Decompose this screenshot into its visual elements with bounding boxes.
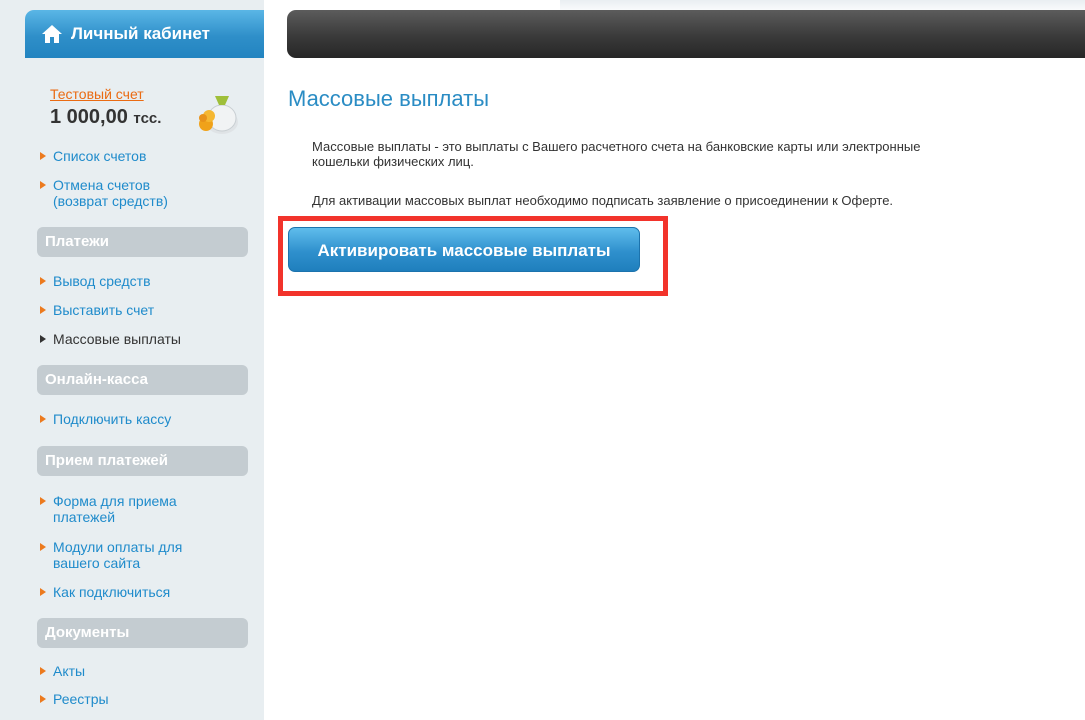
sidebar-item-registries[interactable]: Реестры (40, 691, 109, 707)
sidebar-item-payment-modules[interactable]: Модули оплаты для вашего сайта (39, 539, 183, 571)
page-title: Массовые выплаты (288, 86, 490, 111)
cabinet-title: Личный кабинет (71, 24, 210, 43)
sidebar-item-payment-form[interactable]: Форма для приема платежей (40, 493, 177, 525)
sidebar-item-label: Форма для приема (53, 493, 177, 509)
sidebar-item-label: Отмена счетов (53, 177, 151, 193)
sidebar-item-invoice[interactable]: Выставить счет (39, 302, 155, 318)
sidebar-item-accounts-list[interactable]: Список счетов (39, 148, 147, 164)
description-line-2: кошельки физических лиц. (312, 154, 474, 169)
sidebar-item-label: Выставить счет (53, 302, 155, 318)
sidebar-item-how-to-connect[interactable]: Как подключиться (39, 584, 171, 600)
activate-mass-payouts-button[interactable]: Активировать массовые выплаты (288, 227, 640, 272)
activation-note: Для активации массовых выплат необходимо… (312, 193, 894, 208)
sidebar-item-label: Модули оплаты для (53, 539, 183, 555)
balance-currency: тсс. (133, 110, 162, 127)
sidebar-item-label-line2: вашего сайта (53, 555, 141, 571)
sidebar-item-label-line2: платежей (53, 509, 116, 525)
sidebar-item-label: Как подключиться (53, 584, 171, 600)
section-header-accept-payments: Прием платежей (37, 446, 248, 476)
sidebar-item-label: Вывод средств (53, 273, 151, 289)
description: Массовые выплаты - это выплаты с Вашего … (312, 139, 1052, 169)
home-icon (42, 25, 62, 43)
sidebar-item-acts[interactable]: Акты (39, 663, 86, 679)
sidebar-item-label-line2: (возврат средств) (53, 193, 168, 209)
description-line-1: Массовые выплаты - это выплаты с Вашего … (312, 139, 921, 154)
test-account-link[interactable]: Тестовый счет (50, 86, 144, 102)
section-header-documents: Документы (37, 618, 248, 648)
sidebar-item-connect-cash[interactable]: Подключить кассу (39, 411, 172, 427)
sidebar-item-withdraw[interactable]: Вывод средств (40, 273, 151, 289)
sidebar: Личный кабинет Тестовый счет 1 000,00 тс… (0, 0, 264, 720)
sidebar-item-label: Список счетов (53, 148, 147, 164)
sidebar-item-label: Подключить кассу (53, 411, 172, 427)
sidebar-item-label: Акты (53, 663, 86, 679)
top-bar (287, 10, 1085, 58)
money-bag-icon (199, 96, 238, 134)
cabinet-header[interactable]: Личный кабинет (25, 10, 264, 58)
balance: 1 000,00 тсс. (50, 106, 161, 129)
sidebar-item-cancel-accounts[interactable]: Отмена счетов (возврат средств) (40, 177, 168, 209)
sidebar-item-label: Массовые выплаты (53, 331, 181, 347)
section-header-payments: Платежи (37, 227, 248, 257)
sidebar-item-label: Реестры (53, 691, 109, 707)
section-header-online-cash: Онлайн-касса (37, 365, 248, 395)
balance-amount: 1 000,00 (50, 106, 128, 128)
sidebar-item-mass-payouts[interactable]: Массовые выплаты (40, 331, 181, 347)
